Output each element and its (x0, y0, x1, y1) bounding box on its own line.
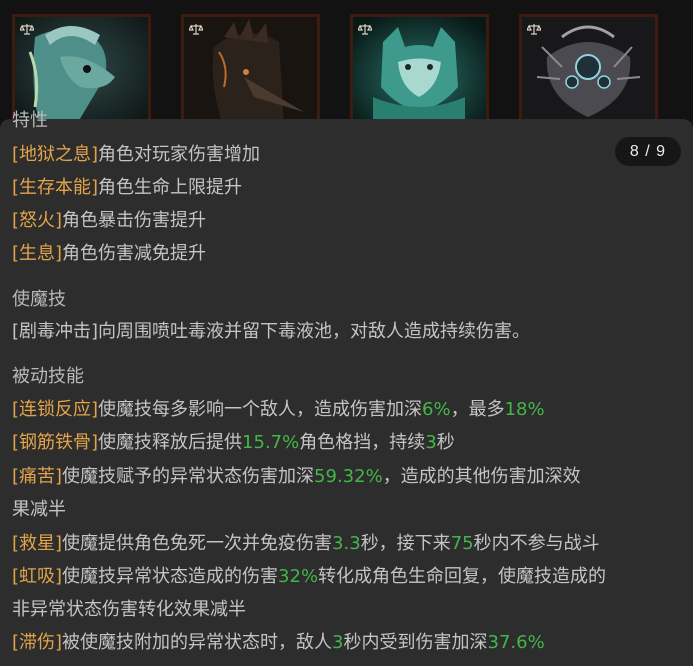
passive-skill-value: 3 (425, 432, 437, 453)
passive-skill-value: 15.7% (242, 432, 300, 453)
demon-skill-text: [剧毒冲击]向周围喷吐毒液并留下毒液池，对敌人造成持续伤害。 (12, 321, 531, 342)
passive-skill-item: [痛苦]使魔技赋予的异常状态伤害加深59.32%，造成的其他伤害加深效 (12, 465, 581, 489)
passive-skill-text: 使魔技每多影响一个敌人，造成伤害加深 (98, 399, 423, 420)
scale-icon (527, 24, 541, 35)
passive-skill-value: 3.3 (332, 533, 361, 554)
passive-skill-value: 6% (422, 399, 451, 420)
passive-skill-value: 59.32% (314, 466, 383, 487)
passive-skill-text: 使魔技赋予的异常状态伤害加深 (62, 466, 315, 487)
passive-skill-item: [连锁反应]使魔技每多影响一个敌人，造成伤害加深6%，最多18% (12, 398, 545, 422)
trait-text: 角色对玩家伤害增加 (98, 144, 261, 165)
passive-skill-value: 37.6% (487, 632, 545, 653)
passive-skill-continuation: 非异常状态伤害转化效果减半 (12, 599, 246, 620)
trait-item: [怒火]角色暴击伤害提升 (12, 209, 206, 233)
passive-skill-value: 3 (332, 632, 344, 653)
passive-skill-text: 秒 (436, 432, 455, 453)
trait-text: 角色伤害减免提升 (62, 243, 207, 264)
passive-skill-item: [钢筋铁骨]使魔技释放后提供15.7%角色格挡，持续3秒 (12, 431, 455, 455)
page-indicator: 8 / 9 (615, 137, 681, 166)
spider-creature-image (522, 17, 655, 127)
passive-skill-value: 32% (278, 566, 319, 587)
demon-skill-heading: 使魔技 (12, 289, 66, 310)
trait-tag: [怒火] (12, 210, 63, 231)
passive-skill-text: 被使魔技附加的异常状态时，敌人 (62, 632, 333, 653)
trait-tag: [地狱之息] (12, 144, 99, 165)
passive-skill-text: 秒，接下来 (360, 533, 451, 554)
passive-skill-text: 使魔提供角色免死一次并免疫伤害 (62, 533, 333, 554)
passive-skill-text: 使魔技异常状态造成的伤害 (62, 566, 279, 587)
trait-item: [生息]角色伤害减免提升 (12, 242, 206, 266)
passive-skill-text: 秒内受到伤害加深 (343, 632, 488, 653)
crow-creature-portrait[interactable] (181, 14, 320, 130)
passive-skill-text: ，最多 (450, 399, 505, 420)
trait-tag: [生存本能] (12, 177, 99, 198)
passive-skill-text: 秒内不参与战斗 (473, 533, 600, 554)
passive-skill-tag: [钢筋铁骨] (12, 432, 99, 453)
passive-skills-heading: 被动技能 (12, 366, 84, 387)
trait-tag: [生息] (12, 243, 63, 264)
passive-skill-text: ，造成的其他伤害加深效 (382, 466, 581, 487)
crow-creature-image (184, 17, 317, 127)
scale-icon (20, 24, 34, 35)
passive-skill-text: 角色格挡，持续 (299, 432, 426, 453)
passive-skill-tag: [连锁反应] (12, 399, 99, 420)
trait-item: [生存本能]角色生命上限提升 (12, 176, 242, 200)
passive-skill-continuation: 果减半 (12, 499, 66, 520)
passive-skill-tag: [救星] (12, 533, 63, 554)
spider-creature-portrait[interactable] (519, 14, 658, 130)
passive-skill-text: 转化成角色生命回复，使魔技造成的 (318, 566, 607, 587)
traits-heading: 特性 (12, 110, 48, 131)
passive-skill-tag: [痛苦] (12, 466, 63, 487)
passive-skill-value: 18% (504, 399, 545, 420)
trait-text: 角色暴击伤害提升 (62, 210, 207, 231)
passive-skill-tag: [滞伤] (12, 632, 63, 653)
passive-skill-value: 75 (450, 533, 474, 554)
trait-item: [地狱之息]角色对玩家伤害增加 (12, 143, 260, 167)
scale-icon (358, 24, 372, 35)
passive-skill-text: 使魔技释放后提供 (98, 432, 243, 453)
passive-skill-item: [滞伤]被使魔技附加的异常状态时，敌人3秒内受到伤害加深37.6% (12, 631, 545, 655)
portrait-strip (0, 0, 693, 130)
trait-text: 角色生命上限提升 (98, 177, 243, 198)
cat-creature-portrait[interactable] (350, 14, 489, 130)
passive-skill-item: [救星]使魔提供角色免死一次并免疫伤害3.3秒，接下来75秒内不参与战斗 (12, 532, 600, 556)
cat-creature-image (353, 17, 486, 127)
passive-skill-item: [虹吸]使魔技异常状态造成的伤害32%转化成角色生命回复，使魔技造成的 (12, 565, 606, 589)
scale-icon (189, 24, 203, 35)
passive-skill-tag: [虹吸] (12, 566, 63, 587)
